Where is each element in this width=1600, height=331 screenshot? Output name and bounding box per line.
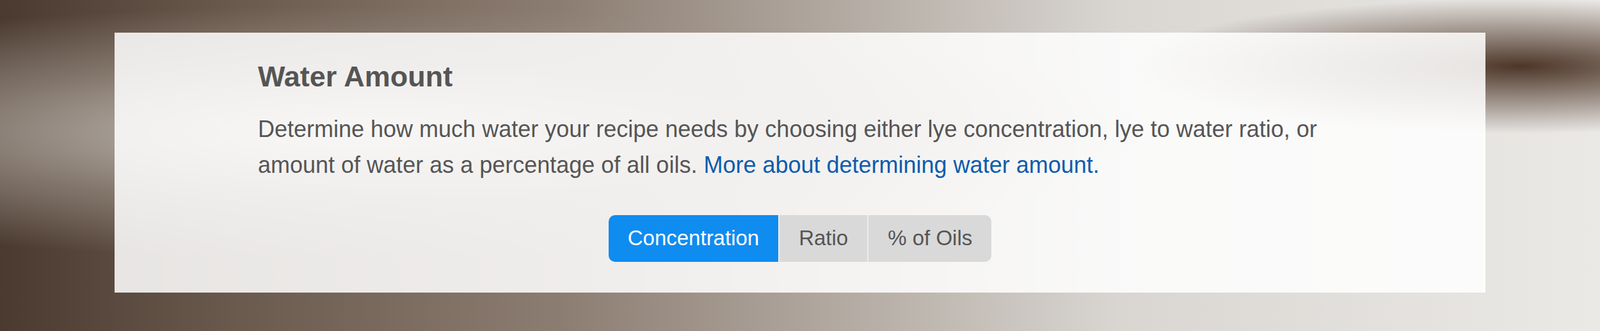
section-title: Water Amount: [257, 58, 1343, 96]
water-mode-tabs: ConcentrationRatio% of Oils: [608, 215, 992, 262]
water-mode-tab[interactable]: Concentration: [608, 215, 779, 262]
water-mode-tab[interactable]: Ratio: [778, 215, 868, 262]
page-background: Water Amount Determine how much water you…: [0, 0, 1600, 331]
water-amount-card: Water Amount Determine how much water you…: [114, 32, 1486, 293]
water-mode-tab[interactable]: % of Oils: [867, 215, 992, 262]
more-info-link[interactable]: More about determining water amount.: [703, 151, 1099, 178]
section-description: Determine how much water your recipe nee…: [257, 111, 1343, 184]
